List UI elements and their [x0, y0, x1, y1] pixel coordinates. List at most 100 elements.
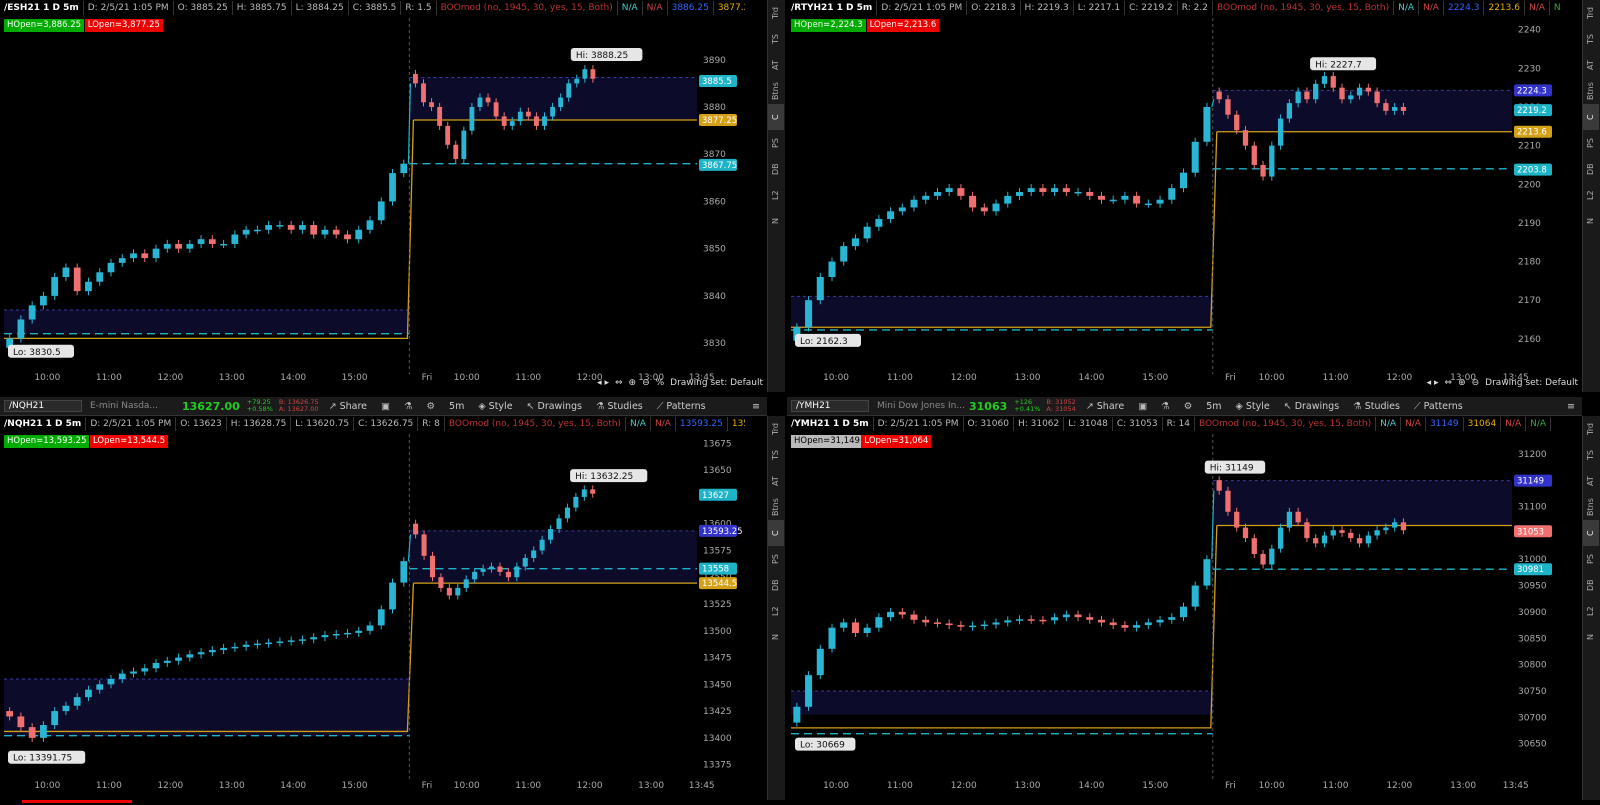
chart-panel-nq[interactable]: /NQH21 E-mini Nasda... 13627.00 +79.25 +0.58…	[0, 397, 785, 800]
hi-tag: Hi: 31149	[1204, 460, 1266, 474]
symbol-selector[interactable]: /NQH21	[4, 400, 82, 412]
detach-icon-icon: ▣	[381, 400, 390, 412]
side-tab-ts[interactable]: TS	[1583, 26, 1599, 52]
candlestick-chart[interactable]: Hi: 31149 Lo: 30669 30650 30700 30750 30800 30…	[787, 434, 1582, 800]
patterns-button[interactable]: ⟋ Patterns	[1407, 401, 1470, 412]
scroll-icon[interactable]: ◂ ▸	[1427, 378, 1439, 388]
share-button[interactable]: ↗ Share	[1079, 401, 1131, 412]
chart-panel-es[interactable]: /ESH21 1 D 5m D: 2/5/21 1:05 PM O: 3885.25…	[0, 0, 785, 392]
side-tab-c[interactable]: C	[1583, 104, 1599, 130]
candle-d1-21	[242, 225, 250, 239]
x-tick-1: 11:00	[96, 373, 122, 383]
side-tab-db[interactable]: DB	[768, 572, 784, 598]
candle-d1-27	[1109, 618, 1117, 630]
chart-symbol[interactable]: /NQH21 1 D 5m	[0, 417, 87, 431]
side-tab-l2[interactable]: L2	[1583, 598, 1599, 624]
side-tab-ps[interactable]: PS	[768, 546, 784, 572]
side-tab-btns[interactable]: Btns	[1583, 78, 1599, 104]
side-tab-at[interactable]: AT	[768, 52, 784, 78]
zoom-out-icon[interactable]: ⊖	[1472, 378, 1480, 388]
side-tab-at[interactable]: AT	[768, 468, 784, 494]
chart-panel-rty[interactable]: /RTYH21 1 D 5m D: 2/5/21 1:05 PM O: 2218.3…	[787, 0, 1600, 392]
candlestick-chart[interactable]: Hi: 3888.25 Lo: 3830.5 3830 3840 3850 3860 387…	[0, 18, 767, 392]
study-label[interactable]: BOOmod (no, 1945, 30, yes, 15, Both)	[1213, 1, 1395, 15]
chart-symbol[interactable]: /RTYH21 1 D 5m	[787, 1, 878, 15]
symbol-selector[interactable]: /YMH21	[791, 400, 869, 412]
percent-toggle[interactable]: %	[656, 378, 665, 388]
side-tab-ps[interactable]: PS	[768, 130, 784, 156]
timeframe-button[interactable]: 5m	[442, 401, 471, 412]
chart-panel-ym[interactable]: /YMH21 Mini Dow Jones In... 31063 +126 +0.41…	[787, 397, 1600, 800]
study-label[interactable]: BOOmod (no, 1945, 30, yes, 15, Both)	[445, 417, 627, 431]
flask-icon[interactable]: ⚗	[1154, 401, 1177, 412]
study-label[interactable]: BOOmod (no, 1945, 30, yes, 15, Both)	[437, 1, 618, 15]
zoom-out-icon[interactable]: ⊖	[642, 378, 650, 388]
side-tabs: Trd TS AT Btns C PS DB L2 N	[767, 0, 785, 392]
studies-button[interactable]: ⚗ Studies	[1346, 401, 1407, 412]
side-tab-db[interactable]: DB	[768, 156, 784, 182]
zoom-in-icon[interactable]: ⊕	[1458, 378, 1466, 388]
candle-d2-6	[461, 126, 467, 164]
studies-button[interactable]: ⚗ Studies	[589, 401, 650, 412]
candle-d2-12	[1321, 531, 1328, 548]
candlestick-chart[interactable]: Hi: 13632.25 Lo: 13391.75 13375 13400 13425 1…	[0, 434, 767, 800]
side-tab-db[interactable]: DB	[1583, 572, 1599, 598]
menu-icon[interactable]: ≡	[745, 401, 767, 412]
flask-icon[interactable]: ⚗	[397, 401, 420, 412]
y-tick-2: 2180	[1518, 258, 1541, 268]
style-button[interactable]: ◈ Style	[471, 401, 519, 412]
study-value-hopen: 31149	[1426, 417, 1464, 431]
side-tab-trd[interactable]: Trd	[1583, 416, 1599, 442]
side-tab-n[interactable]: N	[1583, 624, 1599, 650]
side-tab-c[interactable]: C	[1583, 520, 1599, 546]
gear-icon[interactable]: ⚙	[1177, 401, 1200, 412]
drawings-button[interactable]: ↖ Drawings	[1277, 401, 1346, 412]
chart-symbol[interactable]: /YMH21 1 D 5m	[787, 417, 874, 431]
side-tab-ts[interactable]: TS	[1583, 442, 1599, 468]
share-button[interactable]: ↗ Share	[322, 401, 374, 412]
scroll-icon[interactable]: ◂ ▸	[597, 378, 609, 388]
side-tab-at[interactable]: AT	[1583, 52, 1599, 78]
candlestick-chart[interactable]: Hi: 2227.7 Lo: 2162.3 2160 2170 2180 2190 2200…	[787, 18, 1582, 392]
detach-icon[interactable]: ▣	[1131, 401, 1154, 412]
side-tab-n[interactable]: N	[768, 624, 784, 650]
side-tab-n[interactable]: N	[1583, 208, 1599, 234]
side-tab-l2[interactable]: L2	[768, 182, 784, 208]
candle-d1-19	[220, 643, 227, 655]
chart-symbol[interactable]: /ESH21 1 D 5m	[0, 1, 84, 15]
side-tab-at[interactable]: AT	[1583, 468, 1599, 494]
side-tab-ps[interactable]: PS	[1583, 130, 1599, 156]
side-tab-btns[interactable]: Btns	[1583, 494, 1599, 520]
drawings-button[interactable]: ↖ Drawings	[520, 401, 589, 412]
drawing-set-label[interactable]: Drawing set: Default	[1485, 378, 1578, 388]
side-tab-btns[interactable]: Btns	[768, 494, 784, 520]
progress-bar[interactable]	[22, 800, 132, 803]
side-tab-trd[interactable]: Trd	[1583, 0, 1599, 26]
style-button[interactable]: ◈ Style	[1229, 401, 1277, 412]
side-tab-l2[interactable]: L2	[768, 598, 784, 624]
zoom-in-icon[interactable]: ⊕	[629, 378, 637, 388]
side-tab-trd[interactable]: Trd	[768, 0, 784, 26]
timeframe-button[interactable]: 5m	[1199, 401, 1228, 412]
study-label[interactable]: BOOmod (no, 1945, 30, yes, 15, Both)	[1195, 417, 1377, 431]
side-tab-btns[interactable]: Btns	[768, 78, 784, 104]
side-tab-ts[interactable]: TS	[768, 442, 784, 468]
side-tab-trd[interactable]: Trd	[768, 416, 784, 442]
zoom-fit-icon[interactable]: ⇔	[615, 378, 623, 388]
side-tab-c[interactable]: C	[768, 104, 784, 130]
menu-icon[interactable]: ≡	[1560, 401, 1582, 412]
patterns-button[interactable]: ⟋ Patterns	[650, 401, 713, 412]
side-tab-ts[interactable]: TS	[768, 26, 784, 52]
detach-icon[interactable]: ▣	[374, 401, 397, 412]
zoom-fit-icon[interactable]: ⇔	[1445, 378, 1453, 388]
side-tab-c[interactable]: C	[768, 520, 784, 546]
side-tab-ps[interactable]: PS	[1583, 546, 1599, 572]
side-tab-n[interactable]: N	[768, 208, 784, 234]
x-tick-0: 10:00	[823, 781, 849, 791]
side-tab-l2[interactable]: L2	[1583, 182, 1599, 208]
gear-icon[interactable]: ⚙	[420, 401, 443, 412]
study-value: N/A	[1419, 1, 1444, 15]
side-tab-db[interactable]: DB	[1583, 156, 1599, 182]
candle-d1-20	[1027, 615, 1035, 624]
drawing-set-label[interactable]: Drawing set: Default	[670, 378, 763, 388]
